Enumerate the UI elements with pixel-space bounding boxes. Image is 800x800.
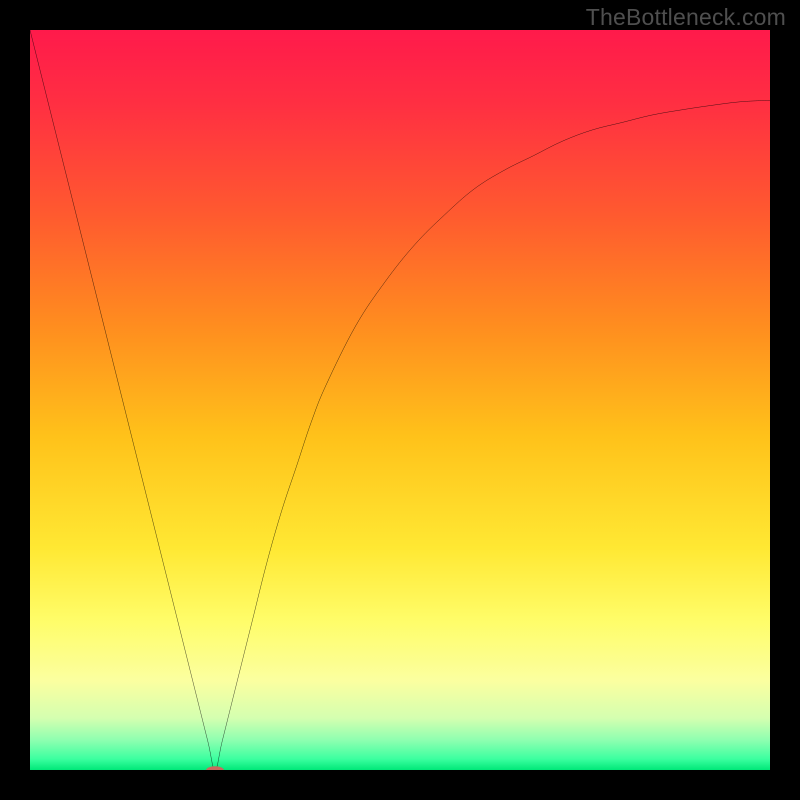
chart-frame: TheBottleneck.com [0, 0, 800, 800]
watermark-text: TheBottleneck.com [586, 4, 786, 31]
gradient-background [30, 30, 770, 770]
chart-plot [30, 30, 770, 770]
